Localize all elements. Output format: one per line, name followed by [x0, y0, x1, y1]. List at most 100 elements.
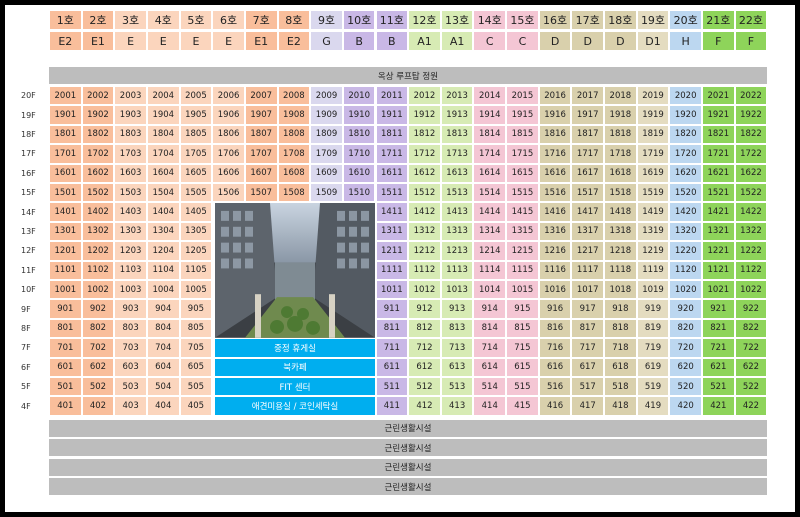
unit-cell[interactable]: 1319 [637, 222, 669, 241]
unit-cell[interactable]: 718 [605, 339, 636, 357]
unit-cell[interactable]: 1719 [637, 145, 669, 163]
unit-cell[interactable]: 1614 [474, 164, 506, 182]
unit-cell[interactable]: 821 [703, 319, 734, 338]
unit-cell[interactable]: 1801 [50, 125, 81, 144]
unit-cell[interactable]: 605 [180, 358, 212, 376]
unit-cell[interactable]: 1602 [82, 164, 114, 182]
unit-cell[interactable]: 1919 [637, 106, 669, 124]
unit-cell[interactable]: 515 [507, 378, 538, 396]
unit-cell[interactable]: 418 [605, 397, 636, 415]
unit-cell[interactable]: 722 [735, 339, 767, 357]
unit-cell[interactable]: 2005 [180, 87, 212, 105]
unit-cell[interactable]: 1316 [539, 222, 571, 241]
unit-cell[interactable]: 514 [474, 378, 506, 396]
unit-cell[interactable]: 1607 [245, 164, 277, 182]
unit-cell[interactable]: 1001 [50, 281, 81, 299]
unit-cell[interactable]: 1811 [376, 125, 408, 144]
unit-cell[interactable]: 1807 [245, 125, 277, 144]
unit-cell[interactable]: 602 [82, 358, 114, 376]
unit-cell[interactable]: 1711 [376, 145, 408, 163]
unit-cell[interactable]: 1317 [572, 222, 604, 241]
unit-cell[interactable]: 411 [376, 397, 408, 415]
unit-cell[interactable]: 522 [735, 378, 767, 396]
unit-cell[interactable]: 1806 [213, 125, 244, 144]
unit-cell[interactable]: 1609 [311, 164, 342, 182]
unit-cell[interactable]: 1618 [605, 164, 636, 182]
unit-cell[interactable]: 913 [441, 300, 473, 318]
unit-cell[interactable]: 1002 [82, 281, 114, 299]
unit-cell[interactable]: 513 [441, 378, 473, 396]
unit-cell[interactable]: 716 [539, 339, 571, 357]
unit-cell[interactable]: 1512 [409, 184, 440, 202]
unit-cell[interactable]: 1117 [572, 261, 604, 279]
unit-cell[interactable]: 615 [507, 358, 538, 376]
unit-cell[interactable]: 1708 [278, 145, 310, 163]
unit-cell[interactable]: 802 [82, 319, 114, 338]
unit-cell[interactable]: 422 [735, 397, 767, 415]
unit-cell[interactable]: 805 [180, 319, 212, 338]
unit-cell[interactable]: 1215 [507, 242, 538, 260]
unit-cell[interactable]: 1521 [703, 184, 734, 202]
unit-cell[interactable]: 1402 [82, 203, 114, 221]
unit-cell[interactable]: 2019 [637, 87, 669, 105]
unit-cell[interactable]: 516 [539, 378, 571, 396]
unit-cell[interactable]: 1205 [180, 242, 212, 260]
unit-cell[interactable]: 1518 [605, 184, 636, 202]
unit-cell[interactable]: 1114 [474, 261, 506, 279]
unit-cell[interactable]: 813 [441, 319, 473, 338]
unit-cell[interactable]: 703 [115, 339, 146, 357]
unit-cell[interactable]: 1818 [605, 125, 636, 144]
unit-cell[interactable]: 1802 [82, 125, 114, 144]
unit-cell[interactable]: 1509 [311, 184, 342, 202]
unit-cell[interactable]: 1017 [572, 281, 604, 299]
unit-cell[interactable]: 617 [572, 358, 604, 376]
unit-cell[interactable]: 1113 [441, 261, 473, 279]
unit-cell[interactable]: 1014 [474, 281, 506, 299]
unit-cell[interactable]: 1619 [637, 164, 669, 182]
unit-cell[interactable]: 1104 [147, 261, 179, 279]
unit-cell[interactable]: 902 [82, 300, 114, 318]
unit-cell[interactable]: 918 [605, 300, 636, 318]
unit-cell[interactable]: 1421 [703, 203, 734, 221]
unit-cell[interactable]: 1301 [50, 222, 81, 241]
unit-cell[interactable]: 512 [409, 378, 440, 396]
unit-cell[interactable]: 2017 [572, 87, 604, 105]
unit-cell[interactable]: 620 [670, 358, 701, 376]
unit-cell[interactable]: 901 [50, 300, 81, 318]
unit-cell[interactable]: 604 [147, 358, 179, 376]
unit-cell[interactable]: 1401 [50, 203, 81, 221]
unit-cell[interactable]: 915 [507, 300, 538, 318]
unit-cell[interactable]: 1103 [115, 261, 146, 279]
unit-cell[interactable]: 816 [539, 319, 571, 338]
unit-cell[interactable]: 1810 [343, 125, 375, 144]
unit-cell[interactable]: 1303 [115, 222, 146, 241]
unit-cell[interactable]: 721 [703, 339, 734, 357]
unit-cell[interactable]: 1122 [735, 261, 767, 279]
unit-cell[interactable]: 1004 [147, 281, 179, 299]
unit-cell[interactable]: 1612 [409, 164, 440, 182]
unit-cell[interactable]: 811 [376, 319, 408, 338]
unit-cell[interactable]: 1610 [343, 164, 375, 182]
unit-cell[interactable]: 518 [605, 378, 636, 396]
unit-cell[interactable]: 1617 [572, 164, 604, 182]
unit-cell[interactable]: 1422 [735, 203, 767, 221]
unit-cell[interactable]: 1611 [376, 164, 408, 182]
unit-cell[interactable]: 1905 [180, 106, 212, 124]
unit-cell[interactable]: 1621 [703, 164, 734, 182]
unit-cell[interactable]: 403 [115, 397, 146, 415]
unit-cell[interactable]: 1703 [115, 145, 146, 163]
unit-cell[interactable]: 715 [507, 339, 538, 357]
unit-cell[interactable]: 2009 [311, 87, 342, 105]
unit-cell[interactable]: 1706 [213, 145, 244, 163]
unit-cell[interactable]: 820 [670, 319, 701, 338]
unit-cell[interactable]: 1508 [278, 184, 310, 202]
unit-cell[interactable]: 914 [474, 300, 506, 318]
unit-cell[interactable]: 1921 [703, 106, 734, 124]
unit-cell[interactable]: 621 [703, 358, 734, 376]
unit-cell[interactable]: 2016 [539, 87, 571, 105]
unit-cell[interactable]: 812 [409, 319, 440, 338]
unit-cell[interactable]: 1404 [147, 203, 179, 221]
unit-cell[interactable]: 519 [637, 378, 669, 396]
unit-cell[interactable]: 417 [572, 397, 604, 415]
unit-cell[interactable]: 2001 [50, 87, 81, 105]
